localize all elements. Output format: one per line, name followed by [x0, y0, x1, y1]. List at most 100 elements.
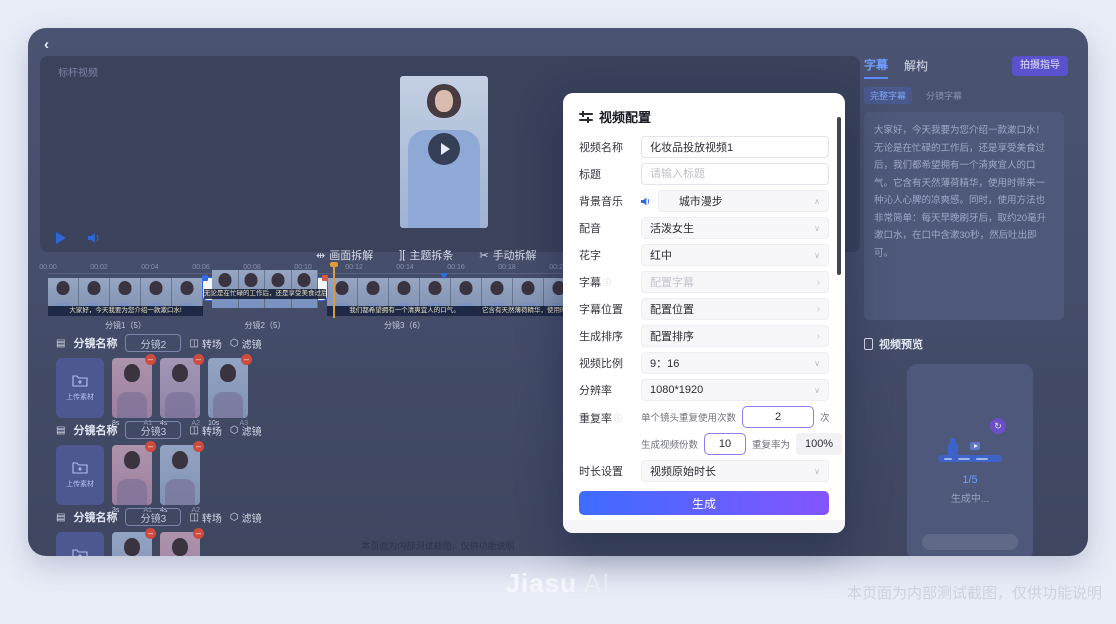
tab-inactive[interactable]: 解构: [904, 57, 928, 78]
voice-select[interactable]: 活泼女生∨: [641, 217, 829, 239]
chevron-right-icon: ›: [817, 304, 820, 315]
clip-image: [160, 445, 200, 505]
refresh-badge-icon: ↻: [990, 418, 1006, 434]
timeline-ruler[interactable]: 00:0000:0200:0400:0600:0800:1000:1200:14…: [48, 264, 608, 274]
chevron-down-icon: ∨: [814, 224, 820, 233]
video-name-input[interactable]: [641, 136, 829, 158]
transcript-text[interactable]: 大家好，今天我要为您介绍一款漱口水！无论是在忙碌的工作后，还是享受美食过后，我们…: [864, 112, 1064, 320]
selection-start-marker[interactable]: [202, 275, 208, 281]
toolbar-frame-split-button[interactable]: ⇹画面拆解: [316, 247, 373, 263]
shooting-guide-button[interactable]: 拍摄指导: [1012, 56, 1068, 76]
toolbar-scissors-button[interactable]: ✂手动拆解: [479, 247, 536, 263]
toolbar-topic-split-button[interactable]: ][主题拆条: [399, 247, 453, 263]
repeat-times-unit: 次: [820, 410, 830, 424]
shot-name-input[interactable]: [125, 334, 181, 352]
duration-select[interactable]: 视频原始时长∨: [641, 460, 829, 482]
segment-label: 分镜2（5）: [245, 320, 286, 331]
play-button[interactable]: [56, 232, 66, 244]
fancy-text-select[interactable]: 红中∨: [641, 244, 829, 266]
inner-footnote: 本页面为内部测试截图，仅供功能说明: [28, 539, 848, 552]
video-config-modal: 视频配置 视频名称 标题 背景音乐 城市漫步∧ 配音: [563, 93, 845, 533]
repeat-times-input[interactable]: [742, 406, 814, 428]
ratio-select[interactable]: 9：16∨: [641, 352, 829, 374]
clip-image: [112, 445, 152, 505]
remove-clip-button[interactable]: –: [145, 528, 156, 539]
clip-thumbnail[interactable]: –10sA3: [208, 358, 248, 427]
segment-caption: 无论是在忙碌的工作后，还是享受美食过后。: [204, 289, 326, 299]
subtitle-mode-chip[interactable]: 完整字幕: [864, 87, 912, 104]
timeline-tick: 00:16: [447, 264, 465, 271]
subtitle-config-row[interactable]: 配置字幕›: [641, 271, 829, 293]
remove-clip-button[interactable]: –: [193, 441, 204, 452]
chevron-down-icon: ∨: [814, 386, 820, 395]
bgm-speaker-icon[interactable]: [641, 196, 652, 207]
split-point-marker[interactable]: [440, 273, 448, 279]
timeline-segment[interactable]: 它含有天然薄荷精华，使用时带…: [482, 278, 575, 316]
clip-image: [112, 358, 152, 418]
remove-clip-button[interactable]: –: [145, 354, 156, 365]
filter-button[interactable]: ⬡滤镜: [230, 336, 262, 351]
scissors-icon: ✂: [479, 249, 488, 262]
subtitle-position-row[interactable]: 配置位置›: [641, 298, 829, 320]
repeat-label: 重复率ⓘ: [579, 410, 641, 426]
order-config-row[interactable]: 配置排序›: [641, 325, 829, 347]
filter-button[interactable]: ⬡滤镜: [230, 423, 262, 438]
transition-icon: ◫: [189, 338, 198, 349]
button-label: 转场: [202, 336, 222, 351]
filter-icon: ⬡: [230, 512, 239, 523]
tab-active[interactable]: 字幕: [864, 56, 888, 79]
remove-clip-button[interactable]: –: [145, 441, 156, 452]
shot-name-input[interactable]: [125, 421, 181, 439]
main-video-preview[interactable]: [400, 76, 488, 228]
timeline-tick: 00:18: [498, 264, 516, 271]
timeline-segment[interactable]: 大家好，今天我要为您介绍一款漱口水!: [48, 278, 203, 316]
volume-icon[interactable]: [88, 232, 102, 244]
transition-button[interactable]: ◫ 转场: [189, 336, 221, 351]
generate-button[interactable]: 生成: [579, 491, 829, 515]
upload-material-card[interactable]: 上传素材: [56, 445, 104, 505]
modal-scrollbar[interactable]: [837, 117, 841, 275]
frame-split-icon: ⇹: [316, 249, 325, 262]
subtitle-mode-chip[interactable]: 分镜字幕: [920, 87, 968, 104]
preview-placeholder: [922, 534, 1018, 550]
clip-thumbnail[interactable]: –4sA2: [160, 358, 200, 427]
timeline-tick: 00:00: [39, 264, 57, 271]
remove-clip-button[interactable]: –: [193, 354, 204, 365]
transition-button[interactable]: ◫转场: [189, 510, 221, 525]
tune-icon: [579, 111, 593, 123]
timeline-segment[interactable]: 我们都希望拥有一个清爽宜人的口气。: [327, 278, 482, 316]
remove-clip-button[interactable]: –: [241, 354, 252, 365]
video-name-label: 视频名称: [579, 139, 641, 155]
button-label: 滤镜: [242, 336, 262, 351]
clip-thumbnail[interactable]: –8sA1: [112, 358, 152, 427]
preview-status: 生成中...: [951, 490, 989, 505]
remove-clip-button[interactable]: –: [193, 528, 204, 539]
play-overlay-button[interactable]: [428, 133, 460, 165]
repeat-times-label: 单个镜头重复使用次数: [641, 410, 736, 424]
selection-end-marker[interactable]: [322, 275, 328, 281]
video-preview-card: ↻ 1/5 生成中...: [907, 364, 1033, 556]
ratio-label: 视频比例: [579, 355, 641, 371]
video-preview-icon: [864, 338, 873, 350]
upload-label: 上传素材: [66, 479, 94, 489]
playhead-marker[interactable]: [333, 266, 335, 318]
shot-name-input[interactable]: [125, 508, 181, 526]
clip-thumbnail[interactable]: –4sA2: [160, 445, 200, 514]
timeline-strip: 大家好，今天我要为您介绍一款漱口水!无论是在忙碌的工作后，还是享受美食过后。我们…: [48, 278, 575, 316]
resolution-select[interactable]: 1080*1920∨: [641, 379, 829, 401]
title-input[interactable]: [641, 163, 829, 185]
timeline-tick: 00:14: [396, 264, 414, 271]
toolbar-label: 主题拆条: [409, 247, 453, 263]
right-panel: 字幕解构 拍摄指导 完整字幕分镜字幕 大家好，今天我要为您介绍一款漱口水！无论是…: [864, 56, 1076, 556]
back-button[interactable]: ‹: [44, 36, 49, 53]
copies-input[interactable]: [704, 433, 746, 455]
filter-button[interactable]: ⬡滤镜: [230, 510, 262, 525]
clip-thumbnail[interactable]: –3sA1: [112, 445, 152, 514]
filter-icon: ⬡: [230, 338, 239, 349]
upload-material-card[interactable]: 上传素材: [56, 358, 104, 418]
bgm-select[interactable]: 城市漫步∧: [658, 190, 829, 212]
transition-button[interactable]: ◫转场: [189, 423, 221, 438]
segment-label: 分镜1（5）: [105, 320, 146, 331]
timeline-segment[interactable]: 无论是在忙碌的工作后，还是享受美食过后。: [203, 278, 327, 300]
upload-label: 上传素材: [66, 392, 94, 402]
